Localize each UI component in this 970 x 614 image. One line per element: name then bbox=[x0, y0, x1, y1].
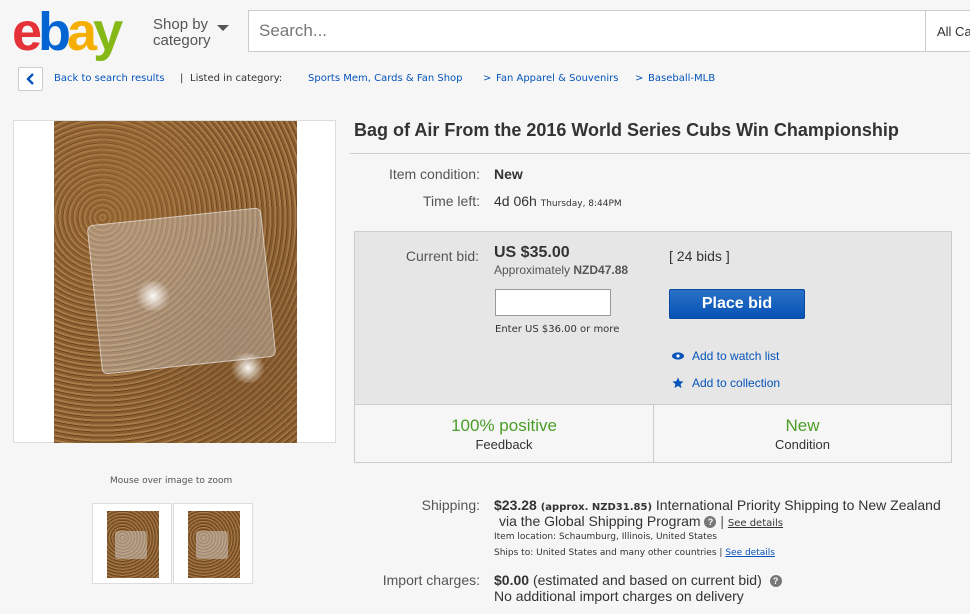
listed-in-label: Listed in category: bbox=[190, 73, 283, 84]
shipping-cost: $23.28 bbox=[494, 497, 537, 513]
divider bbox=[350, 153, 970, 154]
feedback-stat: 100% positive Feedback bbox=[355, 405, 653, 463]
ships-to-see-details-link[interactable]: See details bbox=[725, 548, 775, 558]
time-left-label: Time left: bbox=[422, 193, 480, 209]
current-bid-label: Current bid: bbox=[405, 248, 479, 264]
breadcrumb: Back to search results | Listed in categ… bbox=[18, 67, 958, 91]
search-box bbox=[248, 10, 926, 52]
logo-letter-e: e bbox=[12, 2, 42, 62]
shipping-label: Shipping: bbox=[421, 497, 480, 513]
time-left-value: 4d 06h Thursday, 8:44PM bbox=[494, 193, 622, 209]
import-charges-label: Import charges: bbox=[382, 572, 480, 588]
eye-icon bbox=[672, 352, 684, 360]
time-left-duration: 4d 06h bbox=[494, 193, 537, 209]
condition-stat: New Condition bbox=[653, 405, 951, 463]
breadcrumb-arrow: > bbox=[483, 73, 492, 84]
bid-hint: Enter US $36.00 or more bbox=[495, 324, 620, 335]
feedback-value: 100% positive bbox=[451, 416, 557, 435]
search-input[interactable] bbox=[249, 11, 925, 51]
logo-letter-b: b bbox=[38, 2, 71, 62]
thumbnail-image bbox=[107, 511, 159, 578]
ships-to: Ships to: United States and many other c… bbox=[494, 548, 775, 558]
shipping-service: International Priority Shipping to New Z… bbox=[655, 497, 941, 513]
current-bid-amount: US $35.00 bbox=[494, 244, 570, 261]
star-icon bbox=[672, 377, 684, 389]
feedback-label: Feedback bbox=[475, 437, 533, 452]
auction-end-time: Thursday, 8:44PM bbox=[540, 199, 622, 209]
help-icon[interactable]: ? bbox=[704, 516, 717, 528]
bid-count-link[interactable]: [ 24 bids ] bbox=[669, 248, 730, 264]
light-glare bbox=[134, 281, 172, 311]
breadcrumb-separator: | bbox=[180, 73, 184, 84]
collection-label: Add to collection bbox=[692, 376, 781, 390]
main-item-image[interactable] bbox=[13, 120, 336, 443]
approx-value: NZD47.88 bbox=[573, 263, 629, 277]
ebay-logo[interactable]: ebay bbox=[12, 2, 123, 62]
watch-list-label: Add to watch list bbox=[692, 349, 780, 363]
shop-by-label: Shop by bbox=[153, 16, 209, 33]
help-icon[interactable]: ? bbox=[769, 575, 782, 587]
add-to-collection-link[interactable]: Add to collection bbox=[671, 376, 780, 390]
back-button[interactable] bbox=[18, 67, 43, 91]
breadcrumb-item-sports-mem[interactable]: Sports Mem, Cards & Fan Shop bbox=[308, 73, 463, 84]
chevron-down-icon bbox=[217, 25, 229, 31]
breadcrumb-item-baseball-mlb[interactable]: Baseball-MLB bbox=[648, 73, 715, 84]
bid-amount-input[interactable] bbox=[495, 289, 611, 316]
light-glare bbox=[229, 353, 267, 383]
zoom-hint: Mouse over image to zoom bbox=[110, 476, 233, 486]
condition-stat-label: Condition bbox=[775, 437, 830, 452]
approx-prefix: Approximately bbox=[494, 263, 571, 277]
import-note: (estimated and based on current bid) bbox=[532, 572, 762, 588]
logo-letter-y: y bbox=[93, 2, 123, 62]
import-charges-line1: $0.00 (estimated and based on current bi… bbox=[494, 572, 782, 588]
back-to-search-link[interactable]: Back to search results bbox=[54, 73, 165, 84]
item-photo bbox=[54, 121, 297, 443]
shop-by-category-button[interactable]: Shop by category bbox=[153, 16, 229, 49]
thumbnail-image bbox=[188, 511, 240, 578]
seller-stats: 100% positive Feedback New Condition bbox=[355, 404, 951, 463]
thumbnail-2[interactable] bbox=[173, 503, 253, 584]
import-cost: $0.00 bbox=[494, 572, 530, 588]
place-bid-button[interactable]: Place bid bbox=[669, 289, 805, 319]
breadcrumb-item-fan-apparel[interactable]: Fan Apparel & Souvenirs bbox=[496, 73, 618, 84]
breadcrumb-arrow: > bbox=[635, 73, 644, 84]
condition-stat-value: New bbox=[785, 416, 820, 435]
condition-value: New bbox=[494, 166, 523, 182]
logo-letter-a: a bbox=[67, 2, 97, 62]
category-label: category bbox=[153, 32, 211, 49]
approx-price: Approximately NZD47.88 bbox=[494, 263, 628, 277]
shipping-line1: $23.28 (approx. NZD31.85) International … bbox=[494, 497, 941, 513]
header: ebay Shop by category All Ca bbox=[0, 0, 970, 62]
ships-to-text: Ships to: United States and many other c… bbox=[494, 548, 723, 558]
chevron-left-icon bbox=[26, 73, 34, 85]
shipping-see-details-link[interactable]: See details bbox=[728, 518, 783, 529]
thumbnail-1[interactable] bbox=[92, 503, 172, 584]
add-to-watch-list-link[interactable]: Add to watch list bbox=[671, 349, 779, 363]
import-charges-line2: No additional import charges on delivery bbox=[494, 588, 744, 604]
plastic-bag-image bbox=[86, 207, 277, 375]
shipping-approx: (approx. NZD31.85) bbox=[540, 502, 653, 513]
global-shipping-program: via the Global Shipping Program bbox=[499, 513, 701, 529]
bid-panel: Current bid: US $35.00 Approximately NZD… bbox=[354, 231, 952, 463]
condition-label: Item condition: bbox=[388, 166, 480, 182]
item-location: Item location: Schaumburg, Illinois, Uni… bbox=[494, 532, 717, 542]
item-title: Bag of Air From the 2016 World Series Cu… bbox=[354, 120, 899, 140]
shipping-line2: via the Global Shipping Program ? | See … bbox=[499, 513, 784, 529]
category-select[interactable]: All Ca bbox=[926, 10, 970, 52]
